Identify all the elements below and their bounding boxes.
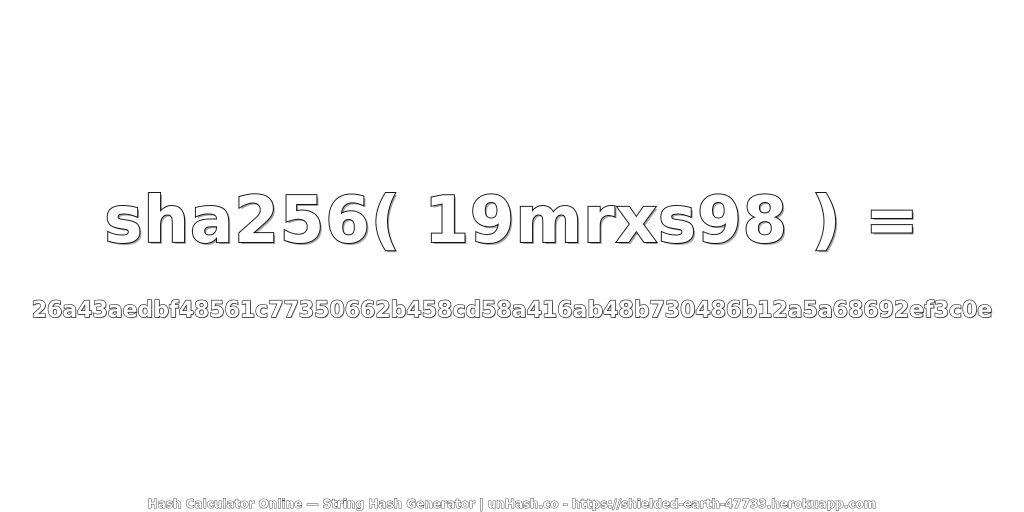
canvas: sha256( 19mrxs98 ) = 26a43aedbf48561c773… <box>0 0 1024 512</box>
hash-result-value: 26a43aedbf48561c77350662b458cd58a416ab48… <box>31 297 993 323</box>
hash-expression-title: sha256( 19mrxs98 ) = <box>103 183 920 259</box>
footer-credit: Hash Calculator Online — String Hash Gen… <box>147 497 877 512</box>
